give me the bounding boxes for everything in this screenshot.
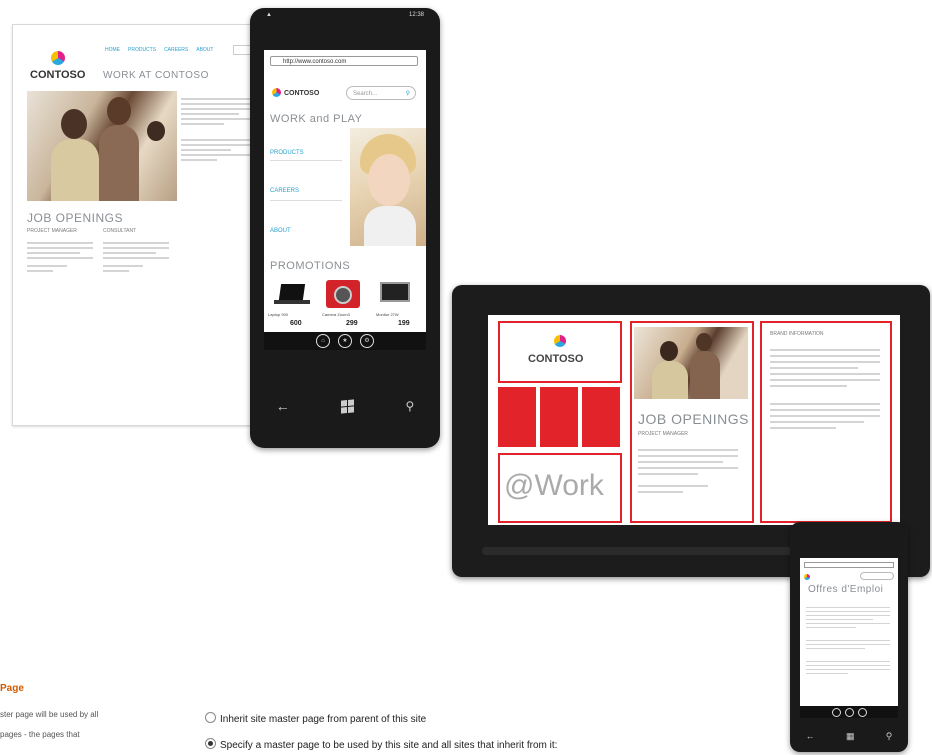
phone-promotions-heading: PROMOTIONS [270,260,351,272]
tablet-jobs-text [638,445,738,497]
red-tile[interactable] [582,387,620,447]
back-icon[interactable]: ← [806,731,815,741]
small-phone-title: Offres d'Emploi [808,584,884,595]
phone-search-input[interactable]: Search... ⚲ [346,86,416,100]
laptop-icon [272,282,312,308]
divider [270,200,342,201]
desktop-nav: HOME PRODUCTS CAREERS ABOUT [105,47,213,53]
phone-screen: http://www.contoso.com CONTOSO Search...… [264,50,426,350]
desktop-hero-photo [27,91,177,201]
desktop-col1-text [27,239,93,275]
tablet-work-tile[interactable]: @Work [498,453,622,523]
small-phone-url-bar[interactable] [804,562,894,568]
desktop-logo-text: CONTOSO [30,69,86,81]
product-price-1: 600 [290,320,302,327]
phone-title: WORK and PLAY [270,113,363,125]
star-app-icon[interactable]: ★ [338,334,352,348]
product-price-3: 199 [398,320,410,327]
specify-option-label: Specify a master page to be used by this… [220,740,558,751]
phone-search-placeholder: Search... [353,91,378,97]
star-app-icon[interactable] [844,707,854,717]
settings-app-icon[interactable] [857,707,867,717]
desktop-nav-careers[interactable]: CAREERS [164,47,188,53]
desktop-heading: WORK AT CONTOSO [103,70,209,81]
tablet-info-tile[interactable]: BRAND INFORMATION [760,321,892,523]
product-name-2: Camera Zoom3 [322,312,350,317]
settings-description-line2: pages - the pages that [0,730,80,739]
search-icon: ⚲ [405,91,410,97]
small-phone-search-input[interactable] [860,572,894,580]
tablet-jobs-photo [634,327,748,399]
tablet-info-text [770,345,880,433]
contoso-logo-icon [51,51,65,65]
small-phone-screen: Offres d'Emploi [800,558,898,718]
phone-hero-photo [350,128,426,246]
phone-signal-icon: ▲ [266,12,272,18]
search-icon[interactable]: ⚲ [886,731,893,742]
settings-app-icon[interactable]: ⚙ [360,334,374,348]
tablet-role: PROJECT MANAGER [638,431,688,437]
small-phone-app-bar [800,706,898,718]
product-price-2: 299 [346,320,358,327]
desktop-side-text [181,95,253,164]
small-phone-mockup: Offres d'Emploi ← ▦ ⚲ [790,522,908,752]
tablet-logo-tile[interactable]: CONTOSO [498,321,622,383]
desktop-nav-home[interactable]: HOME [105,47,120,53]
back-icon[interactable]: ← [276,398,290,414]
small-phone-text [806,604,890,677]
product-name-1: Laptop 900 [268,312,289,317]
search-icon[interactable]: ⚲ [405,399,414,413]
phone-time: 12:38 [408,12,424,18]
desktop-page-mockup: CONTOSO HOME PRODUCTS CAREERS ABOUT WORK… [12,24,264,426]
home-app-icon[interactable]: ⌂ [316,334,330,348]
phone-logo-icon [272,88,281,97]
desktop-nav-about[interactable]: ABOUT [196,47,213,53]
windows-start-icon[interactable] [341,398,355,414]
desktop-col2-heading: CONSULTANT [103,228,137,234]
contoso-logo-icon [554,335,566,347]
tablet-work-label: @Work [504,469,604,502]
small-phone-hardware-buttons: ← ▦ ⚲ [790,726,908,746]
phone-logo-text: CONTOSO [284,90,320,97]
desktop-col2-text [103,239,169,275]
product-name-3: Monitor 27W [376,312,399,317]
inherit-master-page-option[interactable]: Inherit site master page from parent of … [205,712,426,725]
phone-menu-about[interactable]: ABOUT [270,228,291,234]
phone-hardware-buttons: ← ⚲ [250,386,440,426]
specify-radio[interactable] [205,738,216,749]
phone-url-bar[interactable]: http://www.contoso.com [270,56,418,66]
windows-start-icon[interactable]: ▦ [846,731,855,742]
specify-master-page-option[interactable]: Specify a master page to be used by this… [205,738,557,751]
inherit-radio[interactable] [205,712,216,723]
red-tile[interactable] [498,387,536,447]
desktop-nav-products[interactable]: PRODUCTS [128,47,156,53]
phone-menu-products[interactable]: PRODUCTS [270,150,304,156]
tablet-screen: CONTOSO @Work JOB OPENINGS PROJECT MANAG… [488,315,900,525]
contoso-logo-icon [804,574,810,580]
phone-mockup: ▲ 12:38 http://www.contoso.com CONTOSO S… [250,8,440,448]
tablet-jobs-tile[interactable]: JOB OPENINGS PROJECT MANAGER [630,321,754,523]
phone-menu-careers[interactable]: CAREERS [270,188,299,194]
desktop-jobs-heading: JOB OPENINGS [27,211,124,225]
tablet-logo-text: CONTOSO [528,353,584,365]
phone-app-bar: ⌂ ★ ⚙ [264,332,426,350]
red-tile[interactable] [540,387,578,447]
camera-icon [326,280,360,308]
desktop-col1-heading: PROJECT MANAGER [27,228,77,234]
tablet-side-heading: BRAND INFORMATION [770,331,824,337]
divider [270,160,342,161]
inherit-option-label: Inherit site master page from parent of … [220,714,427,725]
settings-description-line1: ster page will be used by all [0,710,99,719]
monitor-icon [380,282,410,302]
tablet-jobs-heading: JOB OPENINGS [638,411,750,427]
home-app-icon[interactable] [831,707,841,717]
settings-section-title: Page [0,683,24,694]
